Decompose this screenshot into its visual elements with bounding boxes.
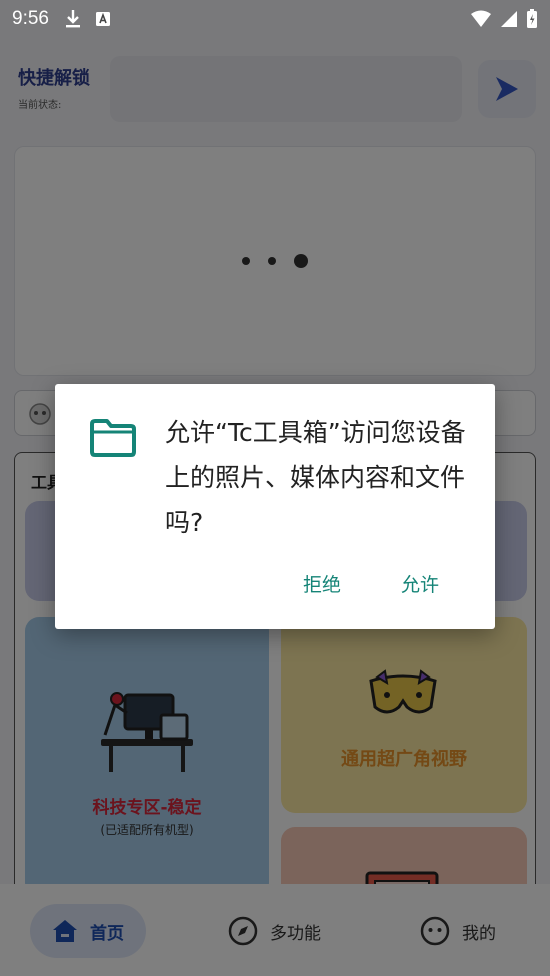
font-icon [95,12,110,26]
allow-button[interactable]: 允许 [401,570,439,597]
status-system-icons [470,9,538,29]
folder-icon [90,419,136,457]
wifi-icon [471,10,491,27]
status-time: 9:56 [12,8,49,29]
status-notification-icons [65,9,111,29]
battery-icon [527,9,537,28]
signal-icon [501,11,517,27]
dialog-message: 允许“Tc工具箱”访问您设备上的照片、媒体内容和文件吗? [165,418,466,537]
permission-dialog: 允许“Tc工具箱”访问您设备上的照片、媒体内容和文件吗? 拒绝 允许 [55,384,495,629]
download-icon [65,10,80,28]
deny-button[interactable]: 拒绝 [303,570,341,597]
status-bar: 9:56 [0,0,550,38]
